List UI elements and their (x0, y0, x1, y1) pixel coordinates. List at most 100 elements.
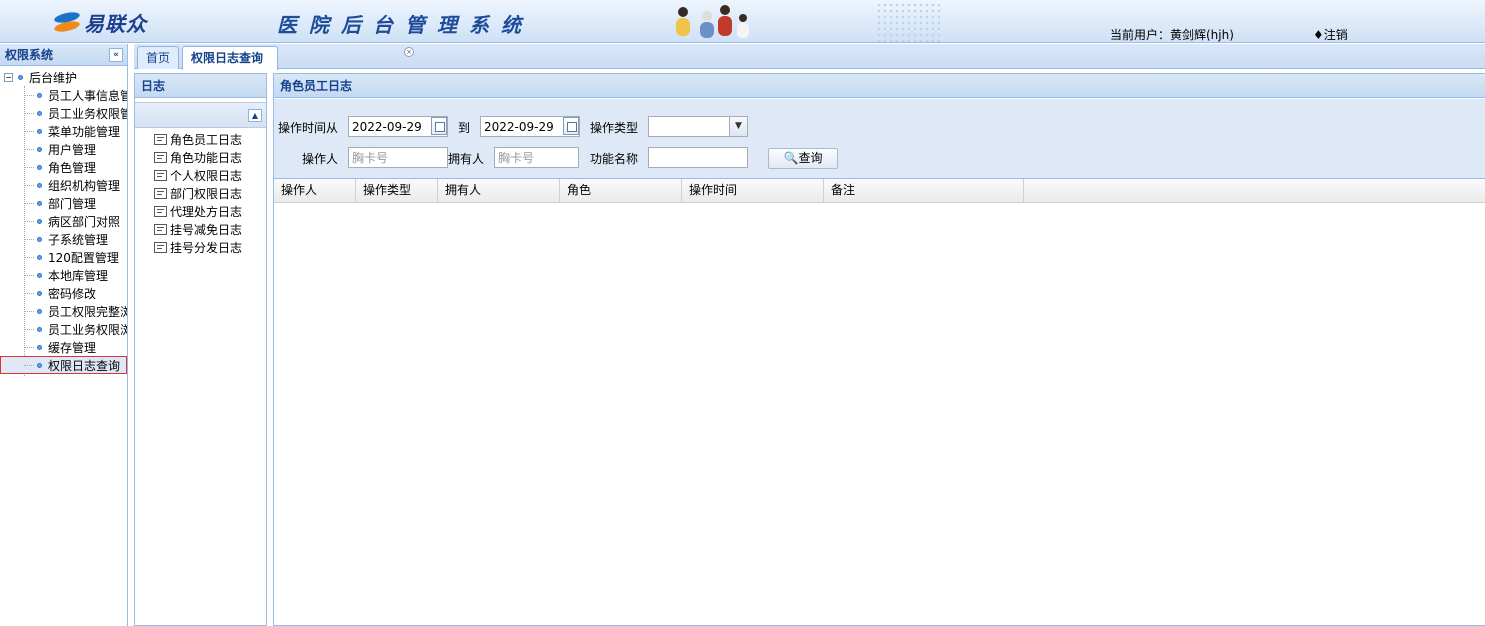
log-item[interactable]: 部门权限日志 (135, 184, 266, 202)
node-icon (37, 326, 42, 332)
sidebar-item[interactable]: 员工业务权限浏 (0, 320, 127, 338)
sidebar-item-label: 权限日志查询 (48, 358, 121, 373)
tree-root[interactable]: − 后台维护 (0, 68, 127, 86)
app-header: 易联众 医院后台管理系统 当前用户：黄剑辉(hjh) ♦注销 (0, 0, 1485, 43)
grid-body (274, 203, 1485, 603)
sidebar-item-label: 病区部门对照 (48, 214, 121, 229)
node-icon (37, 290, 42, 296)
func-name-label: 功能名称 (590, 152, 639, 166)
collapse-up-icon[interactable]: ▲ (248, 109, 262, 122)
main-panel-title: 角色员工日志 (274, 74, 1485, 98)
log-item-label: 个人权限日志 (170, 168, 243, 183)
chevron-down-icon[interactable]: ▼ (729, 117, 747, 136)
sidebar-item[interactable]: 用户管理 (0, 140, 127, 158)
logo-text: 易联众 (84, 11, 147, 36)
operator-label: 操作人 (302, 152, 339, 166)
tab-close-icon[interactable]: × (404, 47, 414, 57)
op-type-select[interactable]: ▼ (648, 116, 748, 137)
sidebar-item-label: 员工人事信息管 (48, 88, 127, 103)
owner-label: 拥有人 (448, 152, 485, 166)
sidebar-item[interactable]: 菜单功能管理 (0, 122, 127, 140)
to-label: 到 (458, 121, 471, 135)
node-icon (37, 92, 42, 98)
node-icon (37, 236, 42, 242)
log-item[interactable]: 挂号减免日志 (135, 220, 266, 238)
log-item[interactable]: 个人权限日志 (135, 166, 266, 184)
sidebar-title: 权限系统 (5, 48, 54, 62)
query-button[interactable]: 🔍查询 (768, 148, 838, 169)
collapse-tree-icon[interactable]: − (4, 72, 13, 82)
system-title: 医院后台管理系统 (277, 13, 533, 37)
time-from-label: 操作时间从 (278, 121, 339, 135)
sidebar-item[interactable]: 员工业务权限管 (0, 104, 127, 122)
calendar-icon[interactable] (431, 117, 447, 135)
sidebar-item-label: 员工业务权限浏 (48, 322, 127, 337)
log-item-label: 角色功能日志 (170, 150, 243, 165)
tab-active[interactable]: 权限日志查询 (182, 46, 279, 70)
sidebar-item[interactable]: 120配置管理 (0, 248, 127, 266)
log-item[interactable]: 角色功能日志 (135, 148, 266, 166)
sidebar: 权限系统 « − 后台维护 员工人事信息管 员工业务权限管 菜单功能管理 用户管… (0, 44, 128, 626)
node-icon (37, 200, 42, 206)
log-item-label: 挂号分发日志 (170, 240, 243, 255)
sidebar-item-selected[interactable]: 权限日志查询 (0, 356, 127, 374)
document-icon (154, 205, 167, 217)
log-item-label: 挂号减免日志 (170, 222, 243, 237)
logout-link[interactable]: ♦注销 (1313, 26, 1348, 42)
operator-input[interactable] (348, 147, 448, 168)
node-icon (37, 128, 42, 134)
main-panel: 角色员工日志 操作时间从 到 操作类型 ▼ 操作人 拥有人 功能名称 🔍查询 操… (273, 73, 1485, 626)
document-icon (154, 151, 167, 163)
tab-home[interactable]: 首页 (137, 46, 180, 69)
node-icon (37, 164, 42, 170)
node-icon (37, 110, 42, 116)
node-icon (37, 344, 42, 350)
sidebar-item[interactable]: 密码修改 (0, 284, 127, 302)
node-icon (37, 218, 42, 224)
tree-root-label: 后台维护 (29, 70, 78, 85)
collapse-icon[interactable]: « (109, 48, 123, 62)
column-header[interactable]: 拥有人 (438, 179, 560, 202)
column-header[interactable]: 操作时间 (682, 179, 824, 202)
sidebar-item[interactable]: 员工人事信息管 (0, 86, 127, 104)
log-panel-toolbar: ▲ (135, 102, 266, 128)
op-type-label: 操作类型 (590, 121, 639, 135)
logo-mark-icon (52, 10, 82, 34)
sidebar-item-label: 员工权限完整浏 (48, 304, 127, 319)
log-item[interactable]: 代理处方日志 (135, 202, 266, 220)
search-icon: 🔍 (783, 151, 799, 165)
column-header[interactable]: 操作人 (274, 179, 356, 202)
node-icon (18, 74, 23, 80)
log-item-label: 部门权限日志 (170, 186, 243, 201)
document-icon (154, 169, 167, 181)
calendar-icon[interactable] (563, 117, 579, 135)
column-header[interactable]: 操作类型 (356, 179, 438, 202)
sidebar-item-label: 员工业务权限管 (48, 106, 127, 121)
node-icon (37, 308, 42, 314)
family-banner-image (676, 5, 749, 38)
sidebar-item-label: 120配置管理 (48, 250, 119, 265)
sidebar-item[interactable]: 角色管理 (0, 158, 127, 176)
sidebar-item-label: 本地库管理 (48, 268, 109, 283)
sidebar-item-label: 子系统管理 (48, 232, 109, 247)
sidebar-item[interactable]: 缓存管理 (0, 338, 127, 356)
document-icon (154, 223, 167, 235)
sidebar-item[interactable]: 部门管理 (0, 194, 127, 212)
log-item[interactable]: 角色员工日志 (135, 130, 266, 148)
node-icon (37, 362, 42, 368)
column-header[interactable]: 备注 (824, 179, 1024, 202)
sidebar-item[interactable]: 组织机构管理 (0, 176, 127, 194)
column-header[interactable]: 角色 (560, 179, 682, 202)
tab-strip: 首页 权限日志查询 × (134, 44, 1485, 70)
current-user: 当前用户：黄剑辉(hjh) (1110, 28, 1234, 42)
log-item[interactable]: 挂号分发日志 (135, 238, 266, 256)
log-panel-title: 日志 (135, 74, 266, 98)
node-icon (37, 146, 42, 152)
sidebar-item[interactable]: 子系统管理 (0, 230, 127, 248)
sidebar-item[interactable]: 病区部门对照 (0, 212, 127, 230)
sidebar-item[interactable]: 本地库管理 (0, 266, 127, 284)
func-name-input[interactable] (648, 147, 748, 168)
document-icon (154, 241, 167, 253)
sidebar-item[interactable]: 员工权限完整浏 (0, 302, 127, 320)
owner-input[interactable] (494, 147, 579, 168)
